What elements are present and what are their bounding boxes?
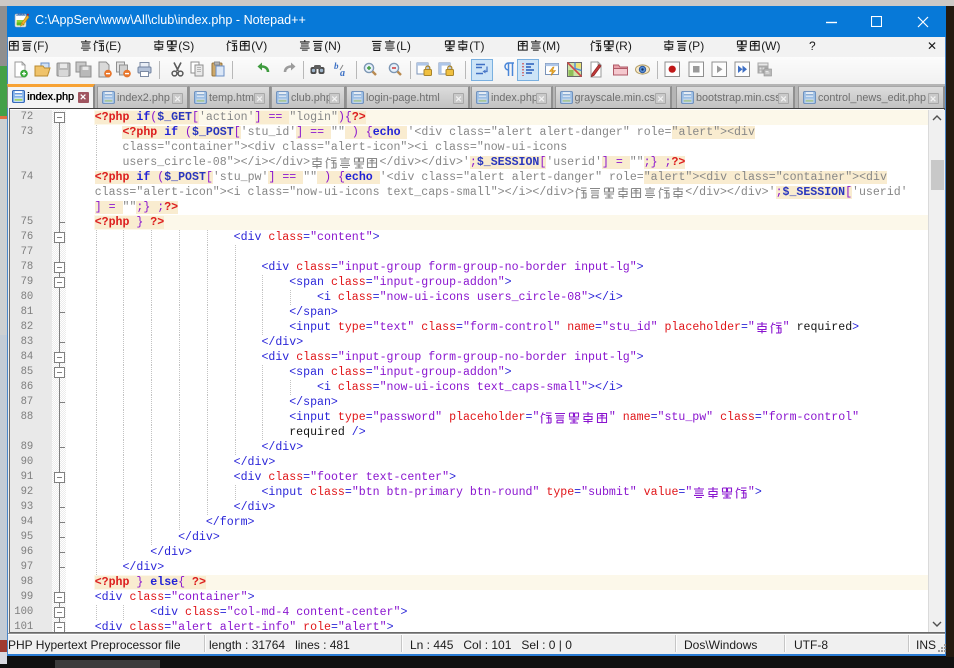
svg-text:b: b: [334, 61, 339, 71]
